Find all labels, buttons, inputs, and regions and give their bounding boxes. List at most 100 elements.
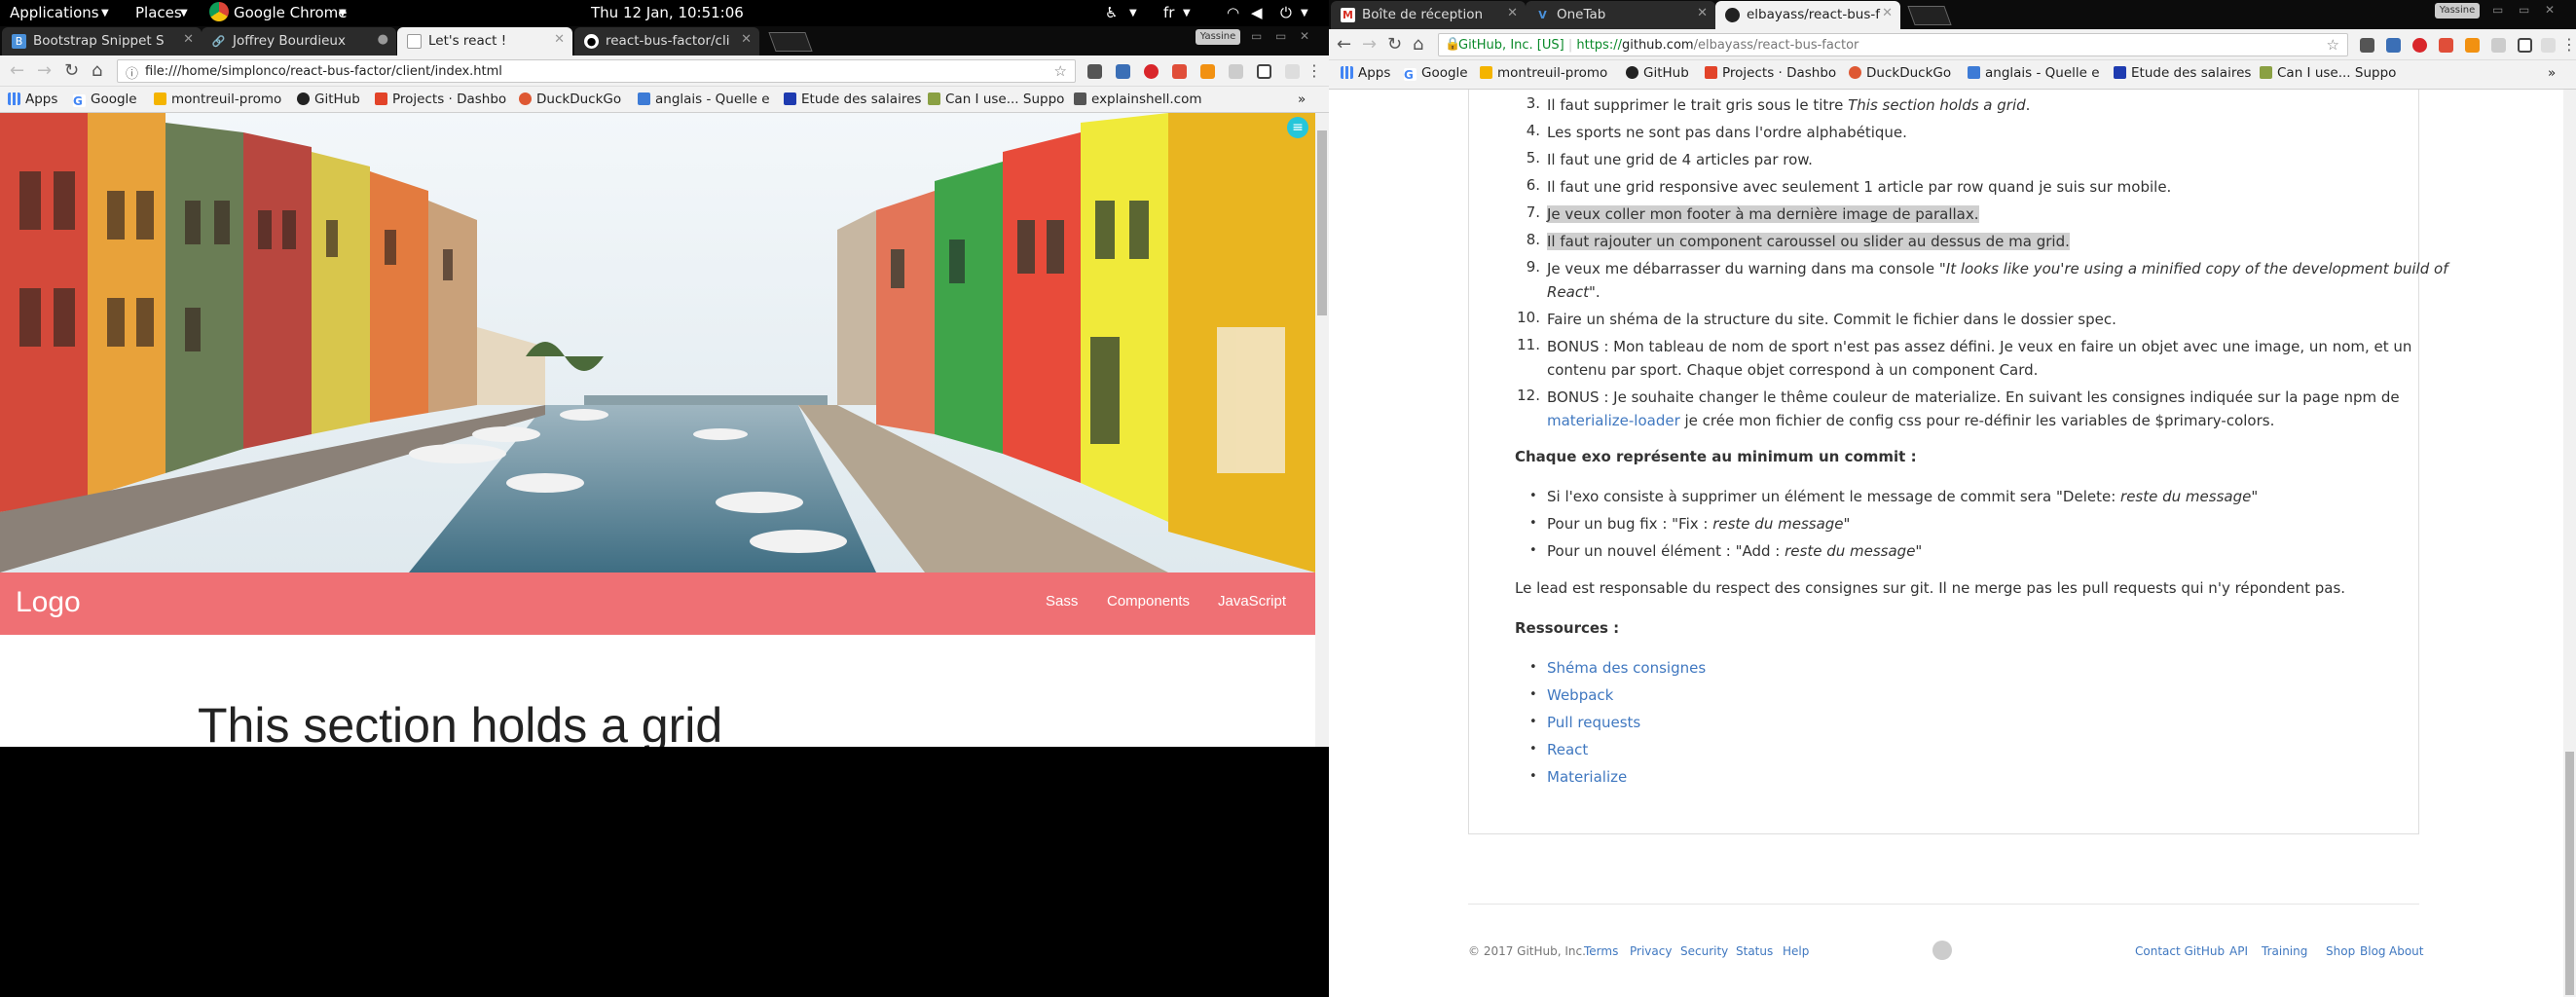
home-icon[interactable]: ⌂ bbox=[1413, 34, 1423, 55]
footer-link-terms[interactable]: Terms bbox=[1584, 944, 1618, 958]
close-icon[interactable]: ✕ bbox=[1882, 6, 1893, 20]
window-extension-icon[interactable] bbox=[1285, 64, 1300, 79]
maximize-icon[interactable]: ▭ bbox=[1275, 29, 1286, 43]
power-icon[interactable]: ⏻ bbox=[1280, 4, 1292, 21]
nav-link-javascript[interactable]: JavaScript bbox=[1218, 593, 1286, 609]
tab-bootstrap-snippet[interactable]: B Bootstrap Snippet S ✕ bbox=[2, 27, 202, 55]
footer-link-about[interactable]: About bbox=[2389, 944, 2423, 958]
close-icon[interactable]: ● bbox=[378, 32, 388, 47]
footer-link-contact[interactable]: Contact GitHub bbox=[2135, 944, 2225, 958]
bookmark-star-icon[interactable]: ☆ bbox=[1054, 62, 1067, 80]
close-icon[interactable]: ✕ bbox=[741, 32, 752, 47]
adblock-extension-icon[interactable] bbox=[1144, 64, 1159, 79]
resource-link-pull-requests[interactable]: Pull requests bbox=[1547, 712, 1640, 733]
bookmarks-overflow-icon[interactable]: » bbox=[1298, 92, 1306, 107]
footer-link-status[interactable]: Status bbox=[1736, 944, 1773, 958]
pocket-extension-icon[interactable] bbox=[2360, 38, 2374, 53]
resource-link-materialize[interactable]: Materialize bbox=[1547, 766, 1627, 788]
bookmark-apps[interactable]: Apps bbox=[8, 92, 57, 107]
bookmark-projects[interactable]: Projects · Dashbo bbox=[1705, 65, 1836, 81]
minimize-icon[interactable]: ▭ bbox=[2492, 3, 2503, 17]
hammer-extension-icon[interactable] bbox=[2465, 38, 2480, 53]
b-extension-icon[interactable] bbox=[2518, 38, 2532, 53]
tab-joffrey-bourdieux[interactable]: 🔗 Joffrey Bourdieux ● bbox=[202, 27, 396, 55]
resource-link-webpack[interactable]: Webpack bbox=[1547, 684, 1613, 706]
bookmark-caniuse[interactable]: Can I use... Suppo bbox=[2260, 65, 2396, 81]
bookmark-github[interactable]: GitHub bbox=[1626, 65, 1689, 81]
logo[interactable]: Logo bbox=[16, 586, 81, 619]
resource-link-schema[interactable]: Shéma des consignes bbox=[1547, 657, 1706, 679]
profile-button[interactable]: Yassine bbox=[2435, 3, 2480, 18]
scrollbar-thumb[interactable] bbox=[2565, 752, 2574, 995]
footer-link-training[interactable]: Training bbox=[2262, 944, 2307, 958]
tab-github-repo[interactable]: elbayass/react-bus-f ✕ bbox=[1715, 1, 1900, 29]
bookmark-google[interactable]: G Google bbox=[73, 92, 137, 108]
bookmark-projects[interactable]: Projects · Dashbo bbox=[375, 92, 506, 107]
adblock-extension-icon[interactable] bbox=[2412, 38, 2427, 53]
vue-extension-icon[interactable] bbox=[2386, 38, 2401, 53]
bookmark-anglais[interactable]: anglais - Quelle e bbox=[1968, 65, 2100, 81]
close-icon[interactable]: ✕ bbox=[1507, 6, 1518, 20]
materialize-loader-link[interactable]: materialize-loader bbox=[1547, 412, 1680, 429]
reload-icon[interactable]: ↻ bbox=[1387, 34, 1402, 55]
pocket-save-icon[interactable] bbox=[1172, 64, 1187, 79]
language-indicator[interactable]: fr bbox=[1163, 4, 1174, 21]
forward-icon[interactable]: → bbox=[1362, 34, 1377, 55]
footer-link-security[interactable]: Security bbox=[1680, 944, 1728, 958]
reload-icon[interactable]: ↻ bbox=[64, 60, 79, 81]
window-extension-icon[interactable] bbox=[2541, 38, 2556, 53]
nav-link-sass[interactable]: Sass bbox=[1046, 593, 1078, 609]
bookmark-explainshell[interactable]: explainshell.com bbox=[1074, 92, 1201, 107]
new-tab-button[interactable] bbox=[768, 32, 813, 52]
page-scrollbar[interactable] bbox=[1315, 113, 1329, 747]
menu-kebab-icon[interactable]: ⋮ bbox=[1306, 61, 1322, 80]
resource-link-react[interactable]: React bbox=[1547, 739, 1588, 760]
address-bar[interactable]: 🔒 GitHub, Inc. [US] | https://github.com… bbox=[1438, 33, 2348, 56]
minimize-icon[interactable]: ▭ bbox=[1251, 29, 1262, 43]
bookmark-montreuil[interactable]: montreuil-promo bbox=[154, 92, 281, 107]
selected-text[interactable]: Il faut rajouter un component caroussel … bbox=[1547, 233, 2070, 250]
wifi-icon[interactable]: ◠ bbox=[1227, 4, 1239, 21]
menu-kebab-icon[interactable]: ⋮ bbox=[2561, 35, 2576, 54]
profile-button[interactable]: Yassine bbox=[1196, 29, 1240, 45]
footer-link-api[interactable]: API bbox=[2229, 944, 2248, 958]
active-app-name[interactable]: Google Chrome bbox=[234, 4, 348, 21]
bookmark-star-icon[interactable]: ☆ bbox=[2327, 36, 2339, 54]
b-extension-icon[interactable] bbox=[1257, 64, 1271, 79]
footer-link-privacy[interactable]: Privacy bbox=[1630, 944, 1672, 958]
pocket-extension-icon[interactable] bbox=[1087, 64, 1102, 79]
bookmark-etude-salaires[interactable]: Etude des salaires bbox=[784, 92, 921, 107]
hammer-extension-icon[interactable] bbox=[1200, 64, 1215, 79]
tab-onetab[interactable]: V OneTab ✕ bbox=[1526, 1, 1715, 29]
tab-lets-react[interactable]: Let's react ! ✕ bbox=[397, 27, 572, 55]
new-tab-button[interactable] bbox=[1907, 6, 1952, 25]
footer-link-help[interactable]: Help bbox=[1783, 944, 1809, 958]
close-icon[interactable]: ✕ bbox=[1697, 6, 1708, 20]
clock[interactable]: Thu 12 Jan, 10:51:06 bbox=[591, 4, 744, 21]
maximize-icon[interactable]: ▭ bbox=[2519, 3, 2529, 17]
back-icon[interactable]: ← bbox=[1337, 34, 1351, 55]
accessibility-icon[interactable]: ♿ bbox=[1105, 4, 1118, 21]
bookmark-apps[interactable]: Apps bbox=[1341, 65, 1390, 81]
back-icon[interactable]: ← bbox=[10, 60, 24, 81]
bookmark-google[interactable]: G Google bbox=[1404, 65, 1468, 82]
footer-link-shop[interactable]: Shop bbox=[2326, 944, 2355, 958]
volume-icon[interactable]: ◀ bbox=[1251, 4, 1263, 21]
bookmark-duckduckgo[interactable]: DuckDuckGo bbox=[1849, 65, 1951, 81]
extension-icon[interactable] bbox=[1229, 64, 1243, 79]
bookmark-anglais[interactable]: anglais - Quelle e bbox=[638, 92, 770, 107]
close-window-icon[interactable]: ✕ bbox=[1300, 29, 1309, 43]
applications-menu[interactable]: Applications bbox=[10, 4, 99, 21]
home-icon[interactable]: ⌂ bbox=[92, 60, 102, 81]
footer-link-blog[interactable]: Blog bbox=[2360, 944, 2386, 958]
nav-link-components[interactable]: Components bbox=[1107, 593, 1190, 609]
menu-fab-icon[interactable]: ≡ bbox=[1287, 117, 1308, 138]
address-bar[interactable]: ⓘ file:///home/simplonco/react-bus-facto… bbox=[117, 59, 1076, 83]
close-icon[interactable]: ✕ bbox=[554, 32, 565, 47]
tab-react-bus-factor[interactable]: ● react-bus-factor/cli ✕ bbox=[574, 27, 759, 55]
scrollbar-thumb[interactable] bbox=[1317, 130, 1327, 315]
bookmarks-overflow-icon[interactable]: » bbox=[2548, 65, 2556, 81]
bookmark-duckduckgo[interactable]: DuckDuckGo bbox=[519, 92, 621, 107]
bookmark-caniuse[interactable]: Can I use... Suppo bbox=[928, 92, 1064, 107]
close-icon[interactable]: ✕ bbox=[183, 32, 194, 47]
